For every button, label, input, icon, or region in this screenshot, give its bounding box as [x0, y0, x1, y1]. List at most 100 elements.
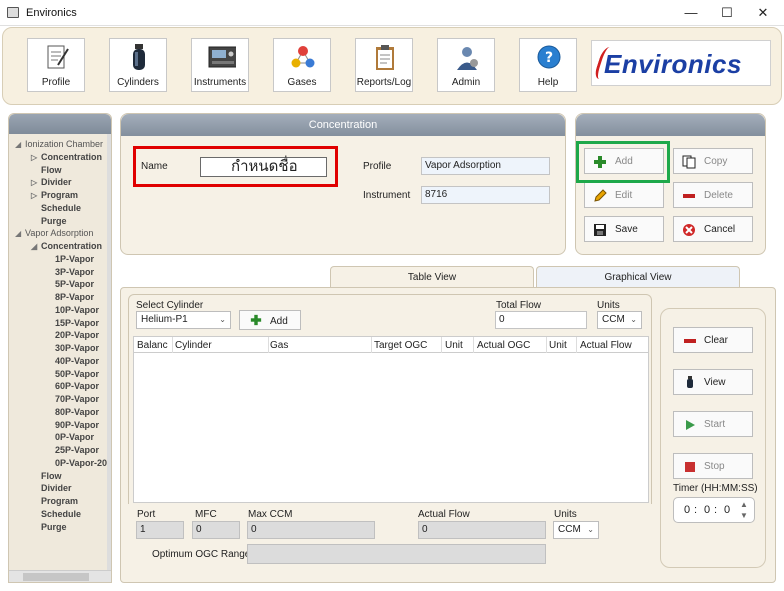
tree-item[interactable]: Program	[9, 495, 111, 508]
tree-item[interactable]: Purge	[9, 521, 111, 534]
copy-button[interactable]: Copy	[673, 148, 753, 174]
tree-item[interactable]: ◢ Vapor Adsorption	[9, 227, 111, 241]
tree-item[interactable]: 0P-Vapor-20cc	[9, 457, 111, 470]
column-actual-ogc: Actual OGC	[477, 340, 531, 351]
view-button[interactable]: View	[673, 369, 753, 395]
toolbar-reports-label: Reports/Log	[356, 77, 412, 88]
tree-item[interactable]: 90P-Vapor	[9, 419, 111, 432]
toolbar-profile-label: Profile	[41, 77, 71, 88]
timer-hours[interactable]: 0	[684, 504, 690, 516]
tree-item[interactable]: ◢ Ionization Chamber	[9, 138, 111, 152]
tree-item[interactable]: 40P-Vapor	[9, 355, 111, 368]
collapsed-arrow-icon[interactable]: ▷	[31, 152, 41, 165]
tree-item[interactable]: 70P-Vapor	[9, 393, 111, 406]
tree-item[interactable]: 1P-Vapor	[9, 253, 111, 266]
tree-item[interactable]: 8P-Vapor	[9, 291, 111, 304]
cancel-icon	[683, 224, 695, 236]
toolbar-profile-button[interactable]: Profile	[27, 38, 85, 92]
units-select[interactable]: CCM ⌄	[597, 311, 642, 329]
actual-flow-label: Actual Flow	[418, 509, 470, 520]
toolbar-admin-button[interactable]: Admin	[437, 38, 495, 92]
tree-item[interactable]: Flow	[9, 164, 111, 177]
tree-item[interactable]: Flow	[9, 470, 111, 483]
toolbar-instruments-button[interactable]: Instruments	[191, 38, 249, 92]
tab-table-view[interactable]: Table View	[330, 266, 534, 288]
tree-item-label: 40P-Vapor	[55, 355, 100, 366]
timer-minutes[interactable]: 0	[704, 504, 710, 516]
tree-item[interactable]: ▷ Concentration	[9, 151, 111, 165]
toolbar-cylinders-button[interactable]: Cylinders	[109, 38, 167, 92]
details-units-value: CCM	[558, 524, 581, 535]
start-button[interactable]: Start	[673, 411, 753, 437]
tree-item[interactable]: 80P-Vapor	[9, 406, 111, 419]
tab-graphical-view[interactable]: Graphical View	[536, 266, 740, 288]
timer-sep-1: :	[694, 504, 698, 516]
tree-item-label: Schedule	[41, 202, 82, 213]
clear-button[interactable]: Clear	[673, 327, 753, 353]
maximize-button[interactable]: ☐	[712, 4, 742, 22]
tree-item[interactable]: 10P-Vapor	[9, 304, 111, 317]
tree-item[interactable]: Schedule	[9, 508, 111, 521]
tree-item-label: 60P-Vapor	[55, 381, 100, 392]
app-icon	[7, 7, 19, 18]
tree-item-label: 50P-Vapor	[55, 368, 100, 379]
expanded-arrow-icon[interactable]: ◢	[31, 241, 41, 254]
tree-list: ◢ Ionization Chamber ▷ Concentration Flow ▷ Di…	[9, 138, 111, 534]
cylinder-table-body[interactable]	[133, 353, 649, 503]
tree-item-label: 10P-Vapor	[55, 304, 100, 315]
tree-item-label: Vapor Adsorption	[25, 228, 94, 239]
tree-item-label: 15P-Vapor	[55, 317, 100, 328]
delete-button[interactable]: Delete	[673, 182, 753, 208]
tree-item[interactable]: 60P-Vapor	[9, 380, 111, 393]
details-units-select[interactable]: CCM ⌄	[553, 521, 599, 539]
scrollbar-thumb[interactable]	[23, 573, 89, 581]
toolbar-admin-label: Admin	[451, 77, 481, 88]
tree-item[interactable]: 30P-Vapor	[9, 342, 111, 355]
add-cylinder-button[interactable]: Add	[239, 310, 301, 330]
tree-item[interactable]: ▷ Program	[9, 189, 111, 203]
timer-spinner-icon[interactable]: ▲ ▼	[740, 499, 748, 521]
tree-item[interactable]: Schedule	[9, 202, 111, 215]
tree-item[interactable]: 50P-Vapor	[9, 368, 111, 381]
close-button[interactable]: ✕	[748, 4, 778, 22]
collapsed-arrow-icon[interactable]: ▷	[31, 190, 41, 203]
environics-logo: Environics	[591, 40, 771, 86]
toolbar-reports-button[interactable]: Reports/Log	[355, 38, 413, 92]
total-flow-label: Total Flow	[496, 300, 542, 311]
tree-vertical-scrollbar[interactable]	[107, 134, 111, 572]
tree-item[interactable]: 25P-Vapor	[9, 444, 111, 457]
actions-header	[576, 114, 765, 136]
stop-icon	[685, 462, 695, 472]
toolbar-help-button[interactable]: ? Help	[519, 38, 577, 92]
tree-item-label: 0P-Vapor	[55, 432, 95, 443]
minimize-button[interactable]: —	[676, 4, 706, 22]
tree-item[interactable]: Divider	[9, 482, 111, 495]
save-button[interactable]: Save	[584, 216, 664, 242]
timer-input[interactable]: 0 : 0 : 0 ▲ ▼	[673, 497, 755, 523]
tree-item[interactable]: Purge	[9, 215, 111, 228]
total-flow-input[interactable]: 0	[495, 311, 587, 329]
tree-horizontal-scrollbar[interactable]	[9, 570, 111, 582]
stop-button[interactable]: Stop	[673, 453, 753, 479]
units-label: Units	[597, 300, 620, 311]
tree-item[interactable]: ◢ Concentration	[9, 240, 111, 254]
edit-button[interactable]: Edit	[584, 182, 664, 208]
toolbar-gases-button[interactable]: Gases	[273, 38, 331, 92]
cylinder-select[interactable]: Helium-P1 ⌄	[136, 311, 231, 329]
plus-icon	[250, 314, 262, 326]
tree-item[interactable]: ▷ Divider	[9, 176, 111, 189]
logo-text: Environics	[604, 49, 742, 79]
expanded-arrow-icon[interactable]: ◢	[15, 139, 25, 152]
cancel-button[interactable]: Cancel	[673, 216, 753, 242]
profile-tree: ◢ Ionization Chamber ▷ Concentration Flow ▷ Di…	[8, 113, 112, 583]
tree-item[interactable]: 20P-Vapor	[9, 329, 111, 342]
tree-item[interactable]: 3P-Vapor	[9, 266, 111, 279]
title-bar: Environics — ☐ ✕	[0, 0, 784, 26]
expanded-arrow-icon[interactable]: ◢	[15, 228, 25, 241]
timer-seconds[interactable]: 0	[724, 504, 730, 516]
tree-item[interactable]: 5P-Vapor	[9, 278, 111, 291]
actual-flow-field: 0	[418, 521, 546, 539]
tree-item[interactable]: 15P-Vapor	[9, 317, 111, 330]
tree-item[interactable]: 0P-Vapor	[9, 431, 111, 444]
name-highlight-box	[133, 146, 338, 187]
